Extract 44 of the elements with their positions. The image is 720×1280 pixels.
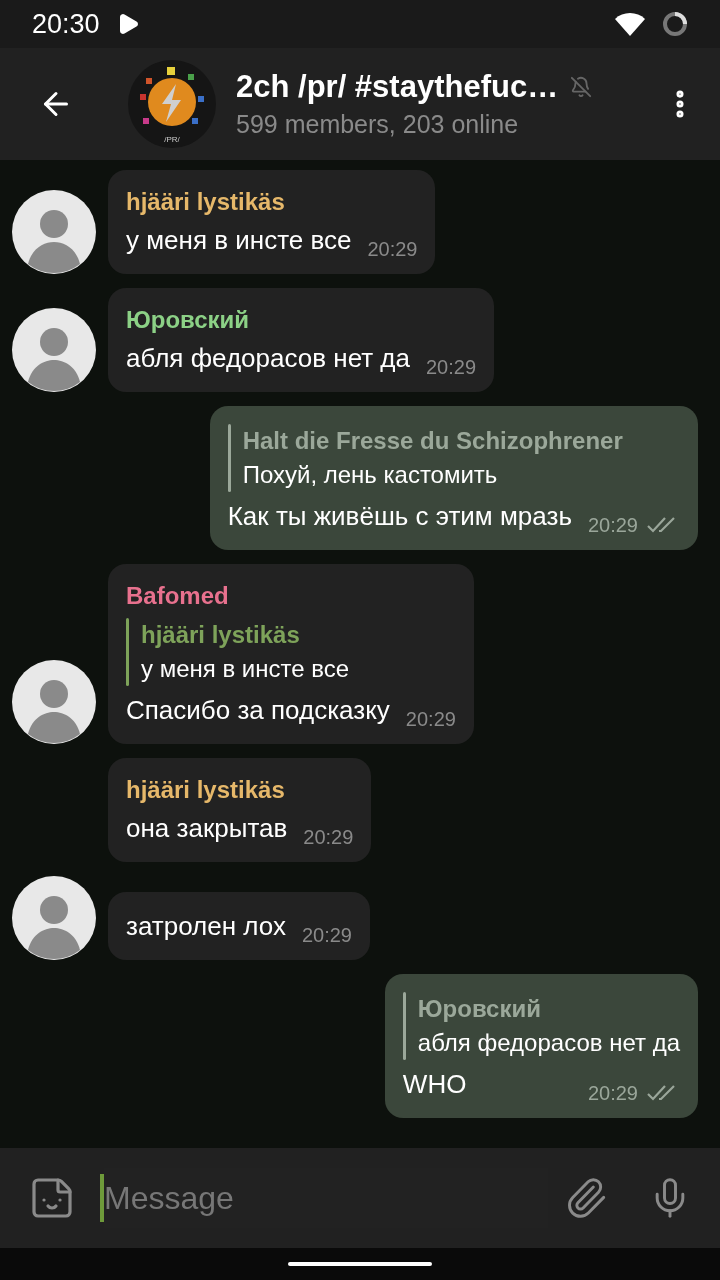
- reply-text: у меня в инсте все: [141, 654, 350, 684]
- chat-title: 2ch /pr/ #staythefuc…: [236, 68, 559, 106]
- reply-sender-name: Юровский: [417, 994, 542, 1024]
- message-text: Спасибо за подсказку: [126, 694, 390, 727]
- status-time: 20:30: [32, 7, 100, 41]
- message-text: затролен лох: [126, 910, 286, 943]
- sender-name: Bafomed: [126, 581, 230, 611]
- message-time: 20:29: [587, 1081, 638, 1106]
- loading-icon: [662, 11, 688, 37]
- avatar[interactable]: [12, 190, 96, 274]
- avatar[interactable]: [12, 876, 96, 960]
- message-time: 20:29: [303, 825, 354, 850]
- outgoing-message-bubble[interactable]: Halt die Fresse du Schizophrener Похуй, лень кастомить Как ты живёшь с этим мразь 20:29: [209, 406, 698, 550]
- message-time: 20:29: [587, 513, 638, 538]
- wifi-icon: [614, 11, 646, 37]
- logo-caption: /PR/: [164, 135, 180, 144]
- message-text: Как ты живёшь с этим мразь: [227, 500, 572, 533]
- avatar[interactable]: [12, 660, 96, 744]
- message-text: у меня в инсте все: [126, 224, 352, 257]
- sender-name: Юровский: [126, 305, 251, 335]
- chat-subtitle: 599 members, 203 online: [236, 109, 520, 140]
- reply-text: Похуй, лень кастомить: [242, 460, 499, 490]
- message-time: 20:29: [405, 707, 456, 732]
- incoming-message-bubble[interactable]: затролен лох 20:29: [108, 892, 370, 960]
- message-time: 20:29: [367, 237, 418, 262]
- reply-sender-name: Halt die Fresse du Schizophrener: [242, 426, 623, 456]
- message-time: 20:29: [426, 355, 477, 380]
- group-logo-drawing[interactable]: [128, 60, 216, 148]
- message-time: 20:29: [301, 923, 352, 948]
- incoming-message-bubble[interactable]: Юровский абля федорасов нет да 20:29: [108, 288, 495, 392]
- outgoing-message-bubble[interactable]: Юровский абля федорасов нет да WHO 20:29: [384, 974, 698, 1118]
- incoming-message-bubble[interactable]: Bafomed hjääri lystikäs у меня в инсте все Спасибо за подсказку 20:29: [108, 564, 474, 744]
- reply-sender-name: hjääri lystikäs: [141, 620, 301, 650]
- message-text: абля федорасов нет да: [126, 342, 410, 375]
- reply-text: абля федорасов нет да: [417, 1028, 680, 1058]
- avatar[interactable]: [12, 308, 96, 392]
- sender-name: hjääri lystikäs: [126, 187, 286, 217]
- text-cursor: [100, 1174, 104, 1222]
- incoming-message-bubble[interactable]: hjääri lystikäs она закрытав 20:29: [108, 758, 372, 862]
- incoming-message-bubble[interactable]: hjääri lystikäs у меня в инсте все 20:29: [108, 170, 436, 274]
- message-text: она закрытав: [126, 812, 288, 845]
- message-composer[interactable]: Message: [0, 1148, 720, 1248]
- message-text: WHO: [402, 1068, 467, 1101]
- sender-name: hjääri lystikäs: [126, 775, 286, 805]
